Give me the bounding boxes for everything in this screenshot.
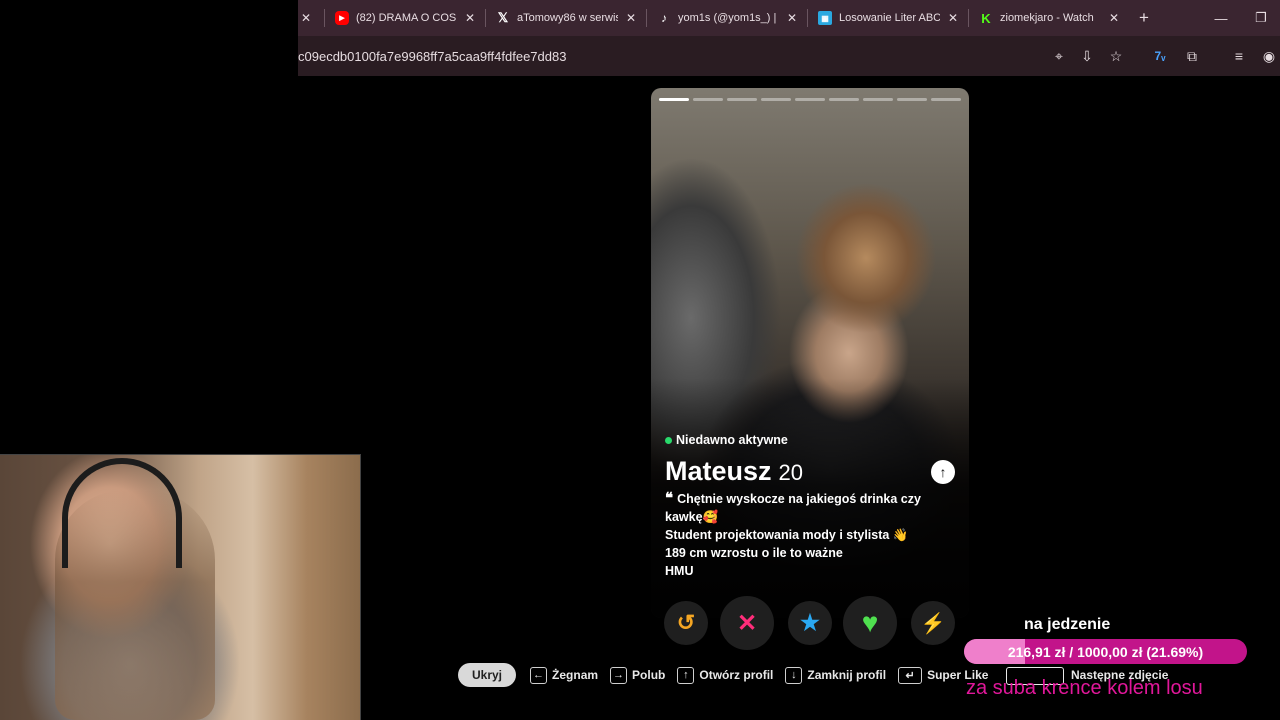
photo-progress-segment[interactable] <box>897 98 927 101</box>
bio-line: kawkę🥰 <box>665 510 719 524</box>
grid-icon: ▦ <box>818 11 832 25</box>
bio-line: 189 cm wzrostu o ile to ważne <box>665 546 843 560</box>
url-text[interactable]: c09ecdb0100fa7e9968ff7a5caa9ff4fdfee7dd8… <box>298 49 566 64</box>
profile-avatar-icon[interactable]: ◉ <box>1259 46 1279 66</box>
keyboard-shortcuts: Ukryj ← Żegnam → Polub ↑ Otwórz profil ↓… <box>458 663 1000 687</box>
tab-title: (82) DRAMA O COSP <box>356 12 457 24</box>
shortcut-label: Zamknij profil <box>807 668 887 682</box>
tab-youtube[interactable]: ▶ (82) DRAMA O COSP ✕ <box>325 0 485 36</box>
plus-icon: + <box>1139 8 1149 27</box>
translate-extension-icon[interactable]: 7ᵥ <box>1150 46 1170 66</box>
close-tab-icon[interactable]: ✕ <box>787 11 797 25</box>
super-like-button[interactable]: ★ <box>788 601 832 645</box>
close-tab-icon[interactable]: ✕ <box>948 11 958 25</box>
youtube-icon: ▶ <box>335 11 349 25</box>
goal-title: na jedzenie <box>1024 616 1111 633</box>
photo-progress-segment[interactable] <box>659 98 689 101</box>
shortcut-like: → Polub <box>610 666 666 684</box>
activity-status: Niedawno aktywne <box>665 433 788 447</box>
close-tab-icon[interactable]: ✕ <box>465 11 475 25</box>
location-pin-icon[interactable]: ⌖ <box>1049 46 1069 66</box>
tab-kick[interactable]: K ziomekjaro - Watch ✕ <box>969 0 1129 36</box>
lightning-icon: ⚡ <box>920 612 946 635</box>
right-arrow-key-icon: → <box>610 666 628 684</box>
close-tab-icon[interactable]: ✕ <box>626 11 636 25</box>
close-x-icon: ✕ <box>736 609 758 637</box>
tiktok-icon: ♪ <box>661 11 667 25</box>
profile-bio: ❝ Chętnie wyskocze na jakiegoś drinka czy… <box>665 490 955 580</box>
hide-button[interactable]: Ukryj <box>458 663 517 687</box>
bio-line: HMU <box>665 564 694 578</box>
profile-name: Mateusz <box>665 456 772 486</box>
like-button[interactable]: ♥ <box>843 596 897 650</box>
tab-title: Losowanie Liter ABC <box>839 12 940 24</box>
media-controls-icon[interactable]: ≡ <box>1229 46 1249 66</box>
minimize-button[interactable]: — <box>1201 0 1241 36</box>
bio-line: Student projektowania mody i stylista 👋 <box>665 528 909 542</box>
photo-progress-segment[interactable] <box>795 98 825 101</box>
new-tab-button[interactable]: + <box>1129 0 1159 36</box>
screen: ✕ ▶ (82) DRAMA O COSP ✕ 𝕏 aTomowy86 w se… <box>0 0 1280 720</box>
restore-button[interactable]: ❐ <box>1241 0 1280 36</box>
online-dot-icon <box>665 436 672 444</box>
tab-x[interactable]: 𝕏 aTomowy86 w serwis ✕ <box>486 0 646 36</box>
left-arrow-key-icon: ← <box>530 666 548 684</box>
tab-bar: ✕ ▶ (82) DRAMA O COSP ✕ 𝕏 aTomowy86 w se… <box>298 0 1280 36</box>
photo-progress-bars <box>659 98 961 101</box>
extensions-puzzle-icon[interactable]: ⧉ <box>1182 46 1202 66</box>
address-bar[interactable]: c09ecdb0100fa7e9968ff7a5caa9ff4fdfee7dd8… <box>298 36 1280 76</box>
profile-card[interactable]: Niedawno aktywne Mateusz 20 ↑ ❝ Chętnie w… <box>651 88 969 618</box>
webcam-frame <box>0 454 361 720</box>
close-tab-icon[interactable]: ✕ <box>301 11 311 25</box>
shortcut-close-profile: ↓ Zamknij profil <box>785 666 887 684</box>
shortcut-nope: ← Żegnam <box>530 666 599 684</box>
shortcut-label: Otwórz profil <box>699 668 774 682</box>
goal-amount: 216,91 zł / 1000,00 zł (21.69%) <box>1007 643 1204 660</box>
goal-progress-bar: 216,91 zł / 1000,00 zł (21.69%) <box>964 639 1247 664</box>
tab-title: aTomowy86 w serwis <box>517 12 618 24</box>
kick-icon: K <box>981 10 991 26</box>
photo-progress-segment[interactable] <box>761 98 791 101</box>
bookmark-star-icon[interactable]: ☆ <box>1106 46 1126 66</box>
tab-partial[interactable]: ✕ <box>298 0 324 36</box>
down-arrow-key-icon: ↓ <box>785 666 803 684</box>
enter-key-icon: ↵ <box>898 666 923 684</box>
heart-icon: ♥ <box>861 607 879 638</box>
photo-progress-segment[interactable] <box>727 98 757 101</box>
shortcut-open-profile: ↑ Otwórz profil <box>677 666 774 684</box>
tab-title: ziomekjaro - Watch <box>1000 12 1094 24</box>
tab-tiktok[interactable]: ♪ yom1s (@yom1s_) | T ✕ <box>647 0 807 36</box>
open-profile-up-icon[interactable]: ↑ <box>931 460 955 484</box>
nope-button[interactable]: ✕ <box>720 596 774 650</box>
photo-progress-segment[interactable] <box>829 98 859 101</box>
close-tab-icon[interactable]: ✕ <box>1109 11 1119 25</box>
shortcut-label: Polub <box>632 668 666 682</box>
photo-progress-segment[interactable] <box>931 98 961 101</box>
quote-icon: ❝ <box>665 490 674 507</box>
bio-line: ❝ Chętnie wyskocze na jakiegoś drinka czy <box>665 490 921 507</box>
photo-progress-segment[interactable] <box>863 98 893 101</box>
install-app-icon[interactable]: ⇩ <box>1077 46 1097 66</box>
rewind-icon: ↺ <box>676 610 696 635</box>
tab-title: yom1s (@yom1s_) | T <box>678 12 779 24</box>
tab-losowanie[interactable]: ▦ Losowanie Liter ABC ✕ <box>808 0 968 36</box>
name-row: Mateusz 20 <box>665 456 803 487</box>
rewind-button[interactable]: ↺ <box>664 601 708 645</box>
x-icon: 𝕏 <box>497 10 509 25</box>
star-icon: ★ <box>800 610 820 635</box>
photo-progress-segment[interactable] <box>693 98 723 101</box>
profile-age: 20 <box>778 460 804 485</box>
boost-button[interactable]: ⚡ <box>911 601 955 645</box>
status-text: Niedawno aktywne <box>676 433 788 447</box>
shortcut-label: Żegnam <box>552 668 599 682</box>
promo-text: za suba krence kolem losu <box>966 677 1203 699</box>
up-arrow-key-icon: ↑ <box>677 666 695 684</box>
